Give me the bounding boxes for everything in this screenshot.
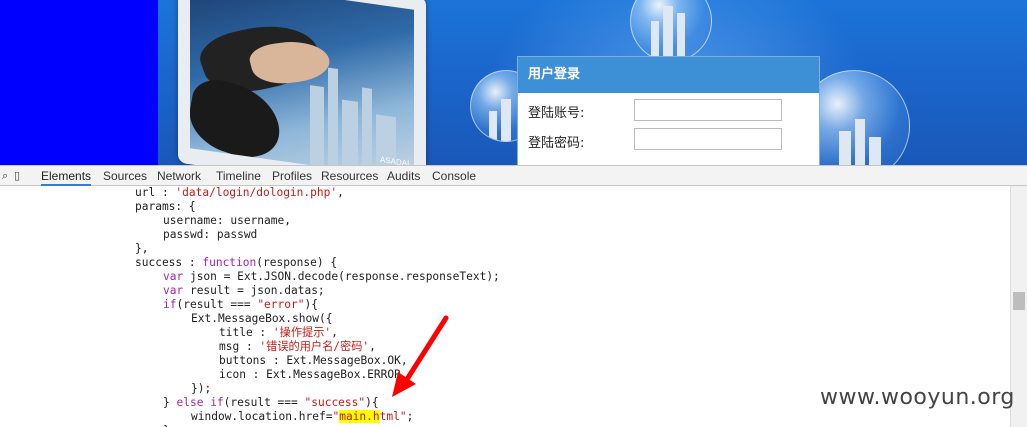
code-line: success : function(response) { bbox=[135, 256, 338, 269]
code-line: var json = Ext.JSON.decode(response.resp… bbox=[163, 270, 500, 283]
code-line: icon : Ext.MessageBox.ERROR bbox=[219, 368, 401, 381]
tab-audits[interactable]: Audits bbox=[387, 168, 420, 184]
code-line: }); bbox=[191, 382, 212, 395]
code-line: url : 'data/login/dologin.php', bbox=[135, 186, 344, 199]
tab-timeline[interactable]: Timeline bbox=[216, 168, 261, 184]
tab-sources[interactable]: Sources bbox=[103, 168, 147, 184]
scrollbar-thumb[interactable] bbox=[1013, 292, 1025, 310]
web-page-area: ASADAL 用户登录 登陆账号: 登陆密码: bbox=[0, 0, 1027, 165]
code-line: } else if(result === "success"){ bbox=[163, 396, 379, 409]
code-line: title : '操作提示', bbox=[219, 326, 338, 339]
account-input[interactable] bbox=[634, 99, 782, 121]
code-line: }, bbox=[135, 242, 149, 255]
account-label: 登陆账号: bbox=[528, 106, 585, 121]
code-line: var result = json.datas; bbox=[163, 284, 325, 297]
code-line: msg : '错误的用户名/密码', bbox=[219, 340, 376, 353]
code-line: params: { bbox=[135, 200, 196, 213]
tab-resources[interactable]: Resources bbox=[321, 168, 378, 184]
watermark-text: www.wooyun.org bbox=[820, 385, 1015, 410]
laptop-screen: ASADAL bbox=[190, 0, 414, 165]
code-line: window.location.href="main.html"; bbox=[191, 410, 414, 423]
code-line: buttons : Ext.MessageBox.OK, bbox=[219, 354, 408, 367]
tab-elements[interactable]: Elements bbox=[41, 168, 92, 186]
code-line: Ext.MessageBox.show({ bbox=[191, 312, 333, 325]
laptop-brand-text: ASADAL bbox=[380, 154, 412, 165]
tab-profiles[interactable]: Profiles bbox=[272, 168, 312, 184]
password-label: 登陆密码: bbox=[528, 136, 585, 151]
code-line: username: username, bbox=[163, 214, 291, 227]
device-mode-icon[interactable]: ▯ bbox=[14, 169, 20, 182]
devtools-toolbar: ⌕ ▯ Elements Sources Network Timeline Pr… bbox=[0, 165, 1027, 186]
tab-console[interactable]: Console bbox=[432, 168, 476, 184]
code-line: passwd: passwd bbox=[163, 228, 258, 241]
login-panel: 用户登录 登陆账号: 登陆密码: bbox=[517, 56, 820, 165]
tab-network[interactable]: Network bbox=[157, 168, 201, 184]
left-blue-panel bbox=[0, 0, 158, 165]
code-line: if(result === "error"){ bbox=[163, 298, 318, 311]
password-input[interactable] bbox=[634, 128, 782, 150]
laptop-illustration: ASADAL bbox=[178, 0, 426, 165]
highlighted-text: main.h bbox=[339, 410, 380, 423]
inspect-icon[interactable]: ⌕ bbox=[2, 169, 8, 183]
login-header: 用户登录 bbox=[518, 57, 819, 93]
